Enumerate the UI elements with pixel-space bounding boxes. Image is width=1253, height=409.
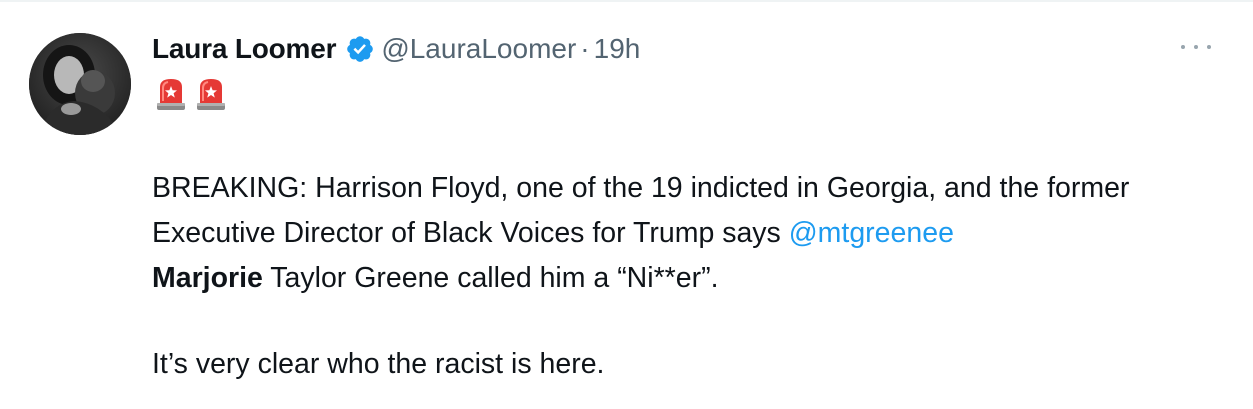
tweet-body: BREAKING: Harrison Floyd, one of the 19 …	[152, 166, 1222, 301]
police-siren-icon	[195, 77, 227, 111]
avatar[interactable]	[29, 33, 131, 135]
more-options-icon[interactable]	[1181, 40, 1211, 54]
tweet-header: Laura Loomer @LauraLoomer · 19h	[152, 27, 640, 71]
tweet-text-part1: BREAKING: Harrison Floyd, one of the 19 …	[152, 172, 1130, 249]
mention-link[interactable]: @mtgreenee	[789, 217, 954, 249]
tweet-timestamp[interactable]: 19h	[594, 33, 641, 65]
verified-badge-icon[interactable]	[345, 34, 375, 64]
police-siren-icon	[155, 77, 187, 111]
display-name[interactable]: Laura Loomer	[152, 33, 337, 65]
tweet-card[interactable]: Laura Loomer @LauraLoomer · 19h BREAKING…	[0, 0, 1253, 409]
bold-name: Marjorie	[152, 262, 263, 294]
header-separator: ·	[580, 33, 590, 64]
tweet-text-part2: Taylor Greene called him a “Ni**er”.	[262, 262, 719, 294]
author-handle[interactable]: @LauraLoomer	[381, 33, 576, 65]
emoji-row	[155, 77, 227, 113]
tweet-paragraph: BREAKING: Harrison Floyd, one of the 19 …	[152, 166, 1222, 301]
tweet-closing-line: It’s very clear who the racist is here.	[152, 348, 605, 380]
